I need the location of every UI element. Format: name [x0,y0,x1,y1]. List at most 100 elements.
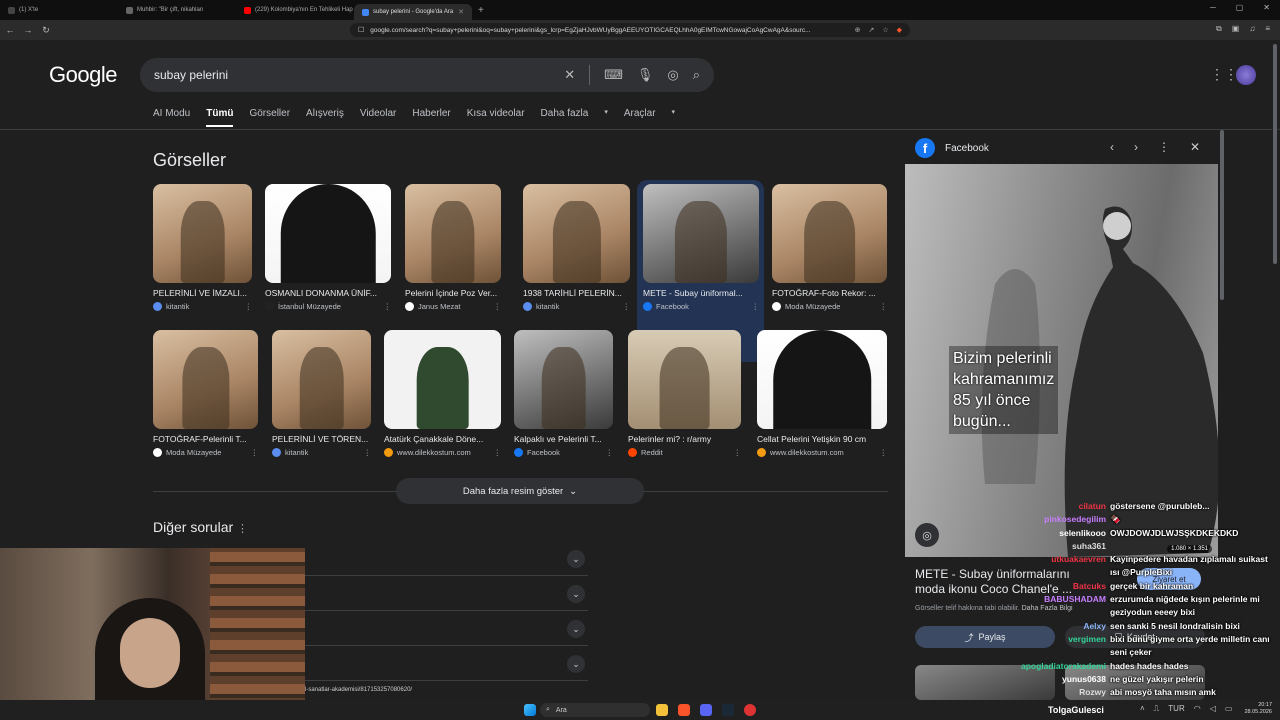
more-options-icon[interactable]: ⋮ [734,448,742,457]
microphone-icon[interactable]: 🎙 [637,67,654,83]
close-tab-icon[interactable]: ✕ [458,8,464,16]
image-thumbnail[interactable] [153,184,252,283]
image-result[interactable]: PELERİNLİ VE TÖREN... kitantik ⋮ [272,330,371,457]
more-options-icon[interactable]: ⋮ [606,448,614,457]
windows-start-icon[interactable] [524,704,536,716]
preview-site[interactable]: Facebook [945,143,989,154]
tab-item[interactable]: AI Modu [153,108,190,127]
tab-item[interactable]: Araçlar [624,108,656,127]
image-source[interactable]: Moda Müzayede ⋮ [153,448,258,457]
more-options-icon[interactable]: ⋮ [880,302,888,311]
zoom-icon[interactable]: ⊕ [855,26,861,34]
clear-icon[interactable]: ✕ [564,67,575,83]
tab-item[interactable]: Kısa videolar [467,108,525,127]
avatar[interactable] [1236,65,1256,85]
more-options-icon[interactable]: ⋮ [752,302,760,311]
more-options-icon[interactable]: ⋮ [384,302,392,311]
image-thumbnail[interactable] [772,184,887,283]
faq-item[interactable]: ⌄ [305,577,588,611]
image-source[interactable]: kitantik ⋮ [153,302,252,311]
image-result[interactable]: OSMANLI DONANMA ÜNİF... İstanbul Müzayede… [265,184,391,311]
more-options-icon[interactable]: ⋮ [880,448,888,457]
battery-icon[interactable]: ▭ [1225,704,1233,714]
image-caption[interactable]: Kalpaklı ve Pelerinli T... [514,434,613,444]
tab-item[interactable]: Videolar [360,108,397,127]
image-source[interactable]: www.dilekkostum.com ⋮ [384,448,501,457]
back-icon[interactable]: ← [2,25,18,35]
preview-image[interactable]: Bizim pelerinli kahramanımız 85 yıl önce… [905,164,1218,557]
chevron-right-icon[interactable]: › [1134,140,1138,154]
share-page-icon[interactable]: ↗ [868,26,874,34]
close-window-icon[interactable]: ✕ [1263,3,1270,12]
image-result[interactable]: PELERİNLİ VE İMZALI... kitantik ⋮ [153,184,252,311]
tab-all[interactable]: Tümü [206,108,234,127]
wallet-icon[interactable]: ▣ [1232,24,1240,34]
image-caption[interactable]: PELERİNLİ VE İMZALI... [153,288,252,298]
chevron-down-icon[interactable]: ⌄ [567,655,585,673]
brave-icon[interactable] [678,704,690,716]
image-source[interactable]: Janus Mezat ⋮ [405,302,501,311]
image-caption[interactable]: PELERİNLİ VE TÖREN... [272,434,371,444]
more-options-icon[interactable]: ⋮ [494,448,502,457]
steam-icon[interactable] [722,704,734,716]
file-explorer-icon[interactable] [656,704,668,716]
faq-item[interactable]: ⌄ [305,647,588,681]
chevron-down-icon[interactable]: ⌄ [567,550,585,568]
close-icon[interactable]: ✕ [1190,140,1200,154]
image-result[interactable]: Atatürk Çanakkale Döne... www.dilekkostum… [384,330,501,457]
image-thumbnail[interactable] [153,330,258,429]
image-caption[interactable]: FOTOĞRAF-Foto Rekor: ... [772,288,887,298]
image-result[interactable]: 1938 TARİHLİ PELERİN... kitantik ⋮ [523,184,630,311]
search-box[interactable]: subay pelerini ✕ ⌨ 🎙 ◎ ⌕ [140,58,714,92]
extension-icon[interactable]: ⧉ [1216,24,1222,34]
music-icon[interactable]: ♫ [1249,24,1255,34]
image-thumbnail[interactable] [405,184,501,283]
search-icon[interactable]: ⌕ [693,67,700,83]
scrollbar-thumb[interactable] [1273,44,1277,264]
bookmark-icon[interactable]: ☐ [358,26,364,34]
image-caption[interactable]: METE - Subay üniformal... [643,288,759,298]
image-thumbnail[interactable] [384,330,501,429]
image-source[interactable]: www.dilekkostum.com ⋮ [757,448,887,457]
browser-tab[interactable]: (1) X'te [0,2,118,18]
star-icon[interactable]: ☆ [882,26,888,34]
image-caption[interactable]: OSMANLI DONANMA ÜNİF... [265,288,391,298]
image-thumbnail[interactable] [643,184,759,283]
reload-icon[interactable]: ↻ [38,25,54,36]
new-tab-icon[interactable]: + [478,5,484,16]
image-thumbnail[interactable] [628,330,741,429]
minimize-icon[interactable]: ─ [1210,3,1216,12]
more-options-icon[interactable]: ⋮ [364,448,372,457]
lens-icon[interactable]: ◎ [915,523,939,547]
image-caption[interactable]: Pelerinler mi? : r/army [628,434,741,444]
image-source[interactable]: kitantik ⋮ [272,448,371,457]
chevron-down-icon[interactable]: ⌄ [567,585,585,603]
tab-item[interactable]: Haberler [412,108,450,127]
language-indicator[interactable]: TUR [1168,704,1184,714]
wifi-icon[interactable]: ◠ [1194,704,1201,714]
tab-item[interactable]: Görseller [249,108,290,127]
more-images-button[interactable]: Daha fazla resim göster ⌄ [396,478,644,504]
more-options-icon[interactable]: ⋮ [623,302,631,311]
image-caption[interactable]: Cellat Pelerini Yetişkin 90 cm [757,434,887,444]
browser-tab[interactable]: subay pelerini - Google'da Ara ✕ [354,4,472,20]
image-source[interactable]: Facebook ⋮ [643,302,759,311]
tab-item[interactable]: Daha fazla [541,108,589,127]
volume-icon[interactable]: ◁ [1210,704,1216,714]
obs-icon[interactable] [744,704,756,716]
image-caption[interactable]: FOTOĞRAF-Pelerinli T... [153,434,258,444]
image-result[interactable]: Pelerini İçinde Poz Ver... Janus Mezat ⋮ [405,184,501,311]
keyboard-icon[interactable]: ⌨ [604,67,623,83]
image-result[interactable]: FOTOĞRAF-Foto Rekor: ... Moda Müzayede ⋮ [772,184,887,311]
search-input[interactable]: subay pelerini [154,68,228,82]
image-thumbnail[interactable] [757,330,887,429]
faq-item[interactable]: ⌄ [305,612,588,646]
image-source[interactable]: Moda Müzayede ⋮ [772,302,887,311]
faq-item[interactable]: ⌄ [305,542,588,576]
image-source[interactable]: İstanbul Müzayede ⋮ [265,302,391,311]
brave-shield-icon[interactable]: ◆ [897,26,902,34]
more-options-icon[interactable]: ⋮ [1158,140,1170,154]
chevron-down-icon[interactable]: ⌄ [567,620,585,638]
image-result[interactable]: Kalpaklı ve Pelerinli T... Facebook ⋮ [514,330,613,457]
image-result[interactable]: FOTOĞRAF-Pelerinli T... Moda Müzayede ⋮ [153,330,258,457]
